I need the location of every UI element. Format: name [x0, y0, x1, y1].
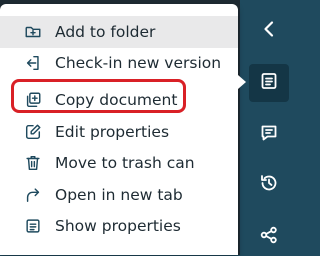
history-icon — [259, 173, 279, 197]
trash-icon — [24, 154, 42, 172]
menu-label: Add to folder — [55, 23, 156, 41]
rail-share-button[interactable] — [249, 218, 289, 256]
menu-label: Copy document — [55, 91, 178, 109]
collapse-button[interactable] — [249, 12, 289, 50]
menu-item-move-to-trash[interactable]: Move to trash can — [0, 147, 238, 179]
side-rail — [246, 0, 300, 255]
menu-label: Move to trash can — [55, 154, 195, 172]
menu-label: Open in new tab — [55, 186, 183, 204]
folder-plus-icon — [24, 23, 42, 41]
menu-caret — [238, 75, 246, 89]
menu-item-copy-document[interactable]: Copy document — [0, 84, 238, 116]
rail-comments-button[interactable] — [249, 116, 289, 154]
edit-icon — [24, 123, 42, 141]
menu-item-add-to-folder[interactable]: Add to folder — [0, 16, 238, 48]
rail-document-button[interactable] — [249, 64, 289, 102]
properties-icon — [24, 217, 42, 235]
menu-item-show-properties[interactable]: Show properties — [0, 210, 238, 242]
check-in-icon — [24, 54, 42, 72]
menu-item-check-in[interactable]: Check-in new version — [0, 47, 238, 79]
document-icon — [259, 71, 279, 95]
menu-item-edit-properties[interactable]: Edit properties — [0, 116, 238, 148]
share-icon — [259, 225, 279, 249]
menu-label: Check-in new version — [55, 54, 222, 72]
copy-icon — [24, 91, 42, 109]
comment-icon — [259, 123, 279, 147]
rail-history-button[interactable] — [249, 166, 289, 204]
menu-item-open-new-tab[interactable]: Open in new tab — [0, 179, 238, 211]
open-new-tab-icon — [24, 186, 42, 204]
menu-label: Show properties — [55, 217, 181, 235]
menu-label: Edit properties — [55, 123, 170, 141]
chevron-left-icon — [259, 19, 279, 43]
context-menu: Add to folder Check-in new version Copy … — [0, 4, 238, 255]
